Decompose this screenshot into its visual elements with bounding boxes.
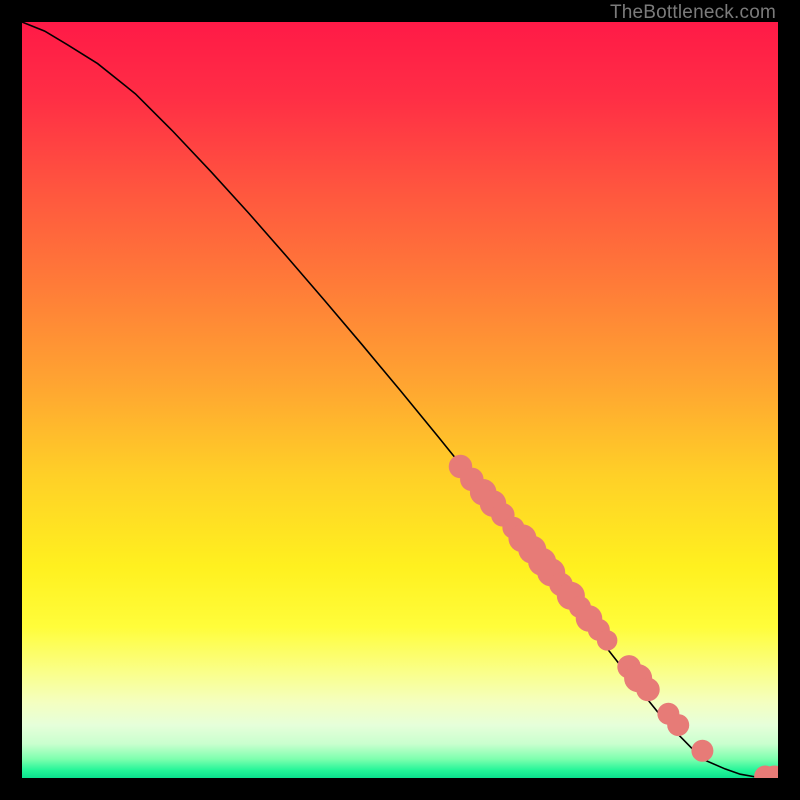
attribution-text: TheBottleneck.com	[610, 2, 776, 24]
gradient-background	[22, 22, 778, 778]
chart-frame	[22, 22, 778, 778]
curve-marker	[597, 630, 618, 651]
bottleneck-chart	[22, 22, 778, 778]
curve-marker	[691, 740, 713, 762]
curve-marker	[636, 678, 660, 702]
curve-marker	[667, 714, 689, 736]
